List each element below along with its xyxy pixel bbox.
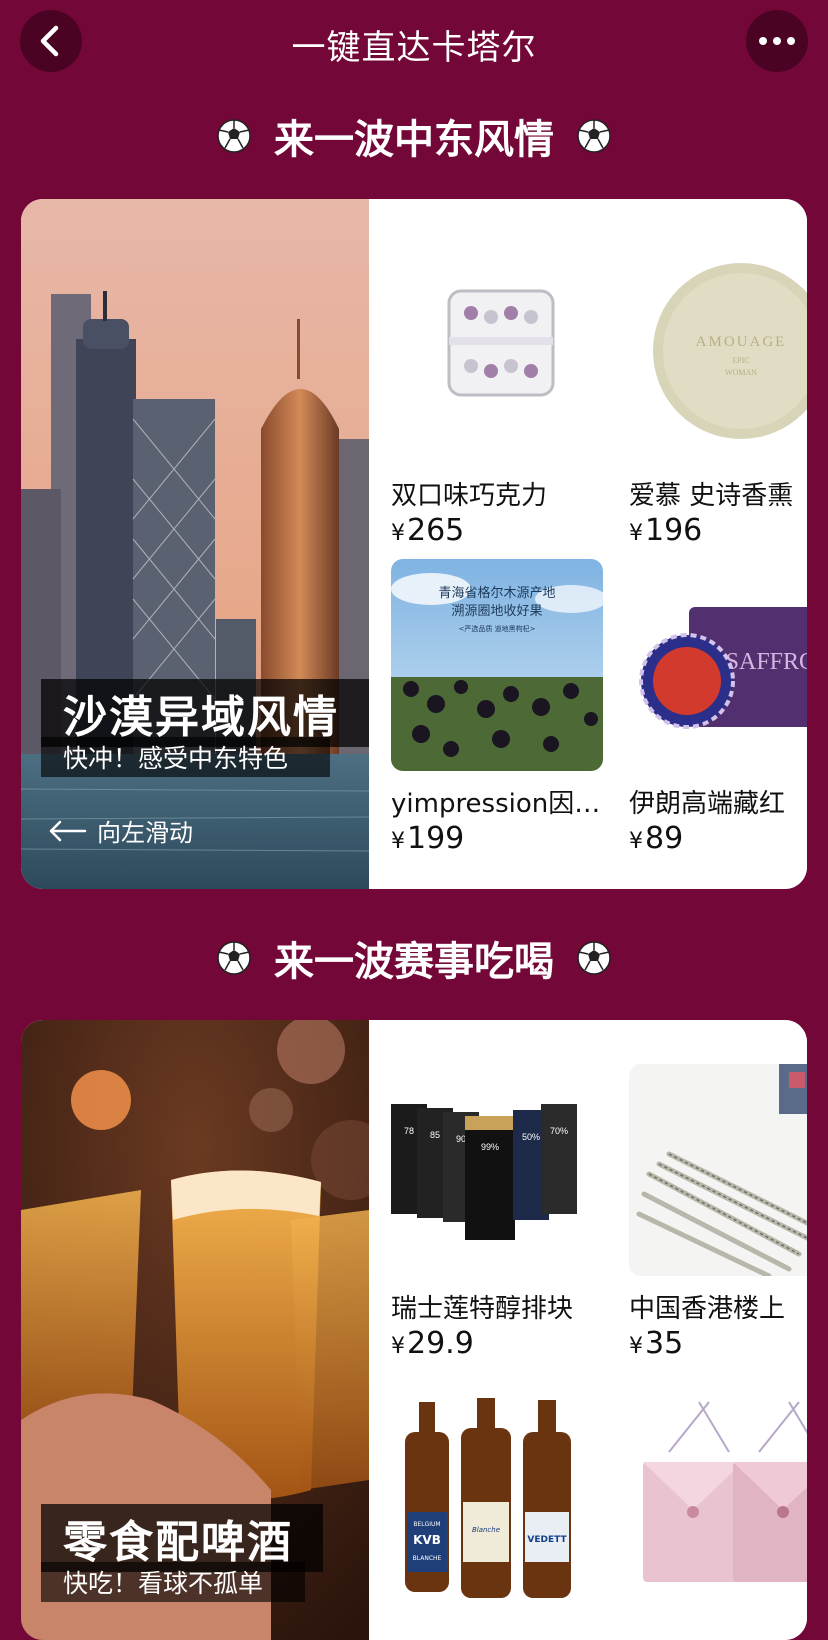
svg-text:KVB: KVB [413, 1533, 441, 1547]
currency-symbol: ¥ [629, 829, 643, 854]
arrow-left-icon [49, 820, 87, 841]
product-item[interactable]: BELGIUM KVB BLANCHE Blanche VEDETT [369, 1392, 605, 1640]
svg-text:<严选品质 道地黑枸杞>: <严选品质 道地黑枸杞> [459, 624, 536, 633]
page-title: 一键直达卡塔尔 [291, 28, 537, 68]
svg-text:90: 90 [456, 1134, 466, 1144]
section-title-match-snacks: 来一波赛事吃喝 [0, 930, 828, 986]
svg-text:85: 85 [430, 1130, 440, 1140]
product-card-match-snacks: 零食配啤酒 快吃！看球不孤单 78 85 90 99% 50% 70% 瑞士莲特… [21, 1020, 807, 1640]
price-value: 89 [645, 821, 684, 856]
banner-subtitle: 快吃！看球不孤单 [41, 1562, 306, 1602]
product-image-saffron: SAFFRO [629, 559, 807, 771]
product-name: 伊朗高端藏红 [629, 789, 786, 819]
doha-skyline-image [21, 199, 369, 889]
svg-text:EPIC: EPIC [732, 356, 749, 365]
currency-symbol: ¥ [629, 1334, 643, 1359]
swipe-hint-text: 向左滑动 [97, 819, 193, 847]
product-price: ¥89 [629, 821, 683, 856]
currency-symbol: ¥ [391, 829, 405, 854]
soccer-ball-icon [577, 941, 611, 975]
product-item[interactable]: 青海省格尔木源产地 溯源圈地收好果 <严选品质 道地黑枸杞> yimpressi… [369, 559, 605, 859]
more-button[interactable] [746, 10, 808, 72]
svg-text:溯源圈地收好果: 溯源圈地收好果 [451, 603, 542, 619]
svg-text:70%: 70% [550, 1126, 568, 1136]
product-item[interactable]: 双口味巧克力 ¥265 [369, 251, 605, 551]
price-value: 265 [407, 513, 465, 548]
product-grid: 双口味巧克力 ¥265 AMOUAGE EPIC WOMAN 爱慕 史诗香熏 ¥… [369, 199, 807, 889]
product-price: ¥196 [629, 513, 702, 548]
more-dots-icon [759, 37, 795, 45]
product-grid: 78 85 90 99% 50% 70% 瑞士莲特醇排块 ¥29.9 中国香港楼… [369, 1020, 807, 1640]
product-item[interactable] [607, 1392, 807, 1640]
product-item[interactable]: SAFFRO 伊朗高端藏红 ¥89 [607, 559, 807, 859]
product-name: 中国香港楼上 [629, 1294, 786, 1324]
product-price: ¥35 [629, 1326, 683, 1361]
svg-text:SAFFRO: SAFFRO [726, 649, 807, 675]
price-value: 35 [645, 1326, 684, 1361]
svg-text:青海省格尔木源产地: 青海省格尔木源产地 [438, 585, 555, 601]
soap-brand-text: AMOUAGE [696, 334, 787, 350]
svg-text:BELGIUM: BELGIUM [413, 1521, 440, 1528]
product-image-chocolate-box [391, 251, 603, 463]
product-image-lindt-chocolate: 78 85 90 99% 50% 70% [391, 1064, 603, 1276]
product-name: yimpression因… [391, 789, 601, 819]
product-image-pink-gift-box [629, 1392, 807, 1604]
product-image-goji-berries: 青海省格尔木源产地 溯源圈地收好果 <严选品质 道地黑枸杞> [391, 559, 603, 771]
swipe-hint: 向左滑动 [47, 813, 193, 848]
product-price: ¥265 [391, 513, 464, 548]
product-image-amouage-soap: AMOUAGE EPIC WOMAN [629, 251, 807, 463]
banner-doha-skyline[interactable]: 沙漠异域风情 快冲！感受中东特色 向左滑动 [21, 199, 369, 889]
soccer-ball-icon [217, 941, 251, 975]
currency-symbol: ¥ [629, 521, 643, 546]
product-image-egg-rolls [629, 1064, 807, 1276]
svg-text:78: 78 [404, 1126, 414, 1136]
banner-subtitle: 快冲！感受中东特色 [41, 737, 331, 777]
svg-text:BLANCHE: BLANCHE [413, 1555, 442, 1562]
currency-symbol: ¥ [391, 521, 405, 546]
price-value: 196 [645, 513, 703, 548]
currency-symbol: ¥ [391, 1334, 405, 1359]
svg-text:50%: 50% [522, 1132, 540, 1142]
svg-text:Blanche: Blanche [472, 1526, 500, 1534]
product-price: ¥199 [391, 821, 464, 856]
soccer-ball-icon [577, 119, 611, 153]
section-title-middle-east: 来一波中东风情 [0, 108, 828, 164]
product-item[interactable]: 中国香港楼上 ¥35 [607, 1064, 807, 1364]
soccer-ball-icon [217, 119, 251, 153]
product-item[interactable]: AMOUAGE EPIC WOMAN 爱慕 史诗香熏 ¥196 [607, 251, 807, 551]
svg-text:99%: 99% [481, 1142, 499, 1152]
price-value: 199 [407, 821, 465, 856]
section-title-text: 来一波中东风情 [274, 117, 554, 163]
product-image-belgian-beer: BELGIUM KVB BLANCHE Blanche VEDETT [391, 1392, 603, 1604]
banner-beer[interactable]: 零食配啤酒 快吃！看球不孤单 [21, 1020, 369, 1640]
product-name: 瑞士莲特醇排块 [391, 1294, 574, 1324]
svg-text:WOMAN: WOMAN [725, 368, 757, 377]
product-name: 爱慕 史诗香熏 [629, 481, 794, 511]
product-card-middle-east: 沙漠异域风情 快冲！感受中东特色 向左滑动 双口味巧克力 ¥265 AMOUAG… [21, 199, 807, 889]
product-name: 双口味巧克力 [391, 481, 548, 511]
product-item[interactable]: 78 85 90 99% 50% 70% 瑞士莲特醇排块 ¥29.9 [369, 1064, 605, 1364]
section-title-text: 来一波赛事吃喝 [274, 939, 554, 985]
product-price: ¥29.9 [391, 1326, 474, 1361]
price-value: 29.9 [407, 1326, 474, 1361]
header: 一键直达卡塔尔 [0, 0, 828, 86]
svg-text:VEDETT: VEDETT [527, 1535, 567, 1545]
